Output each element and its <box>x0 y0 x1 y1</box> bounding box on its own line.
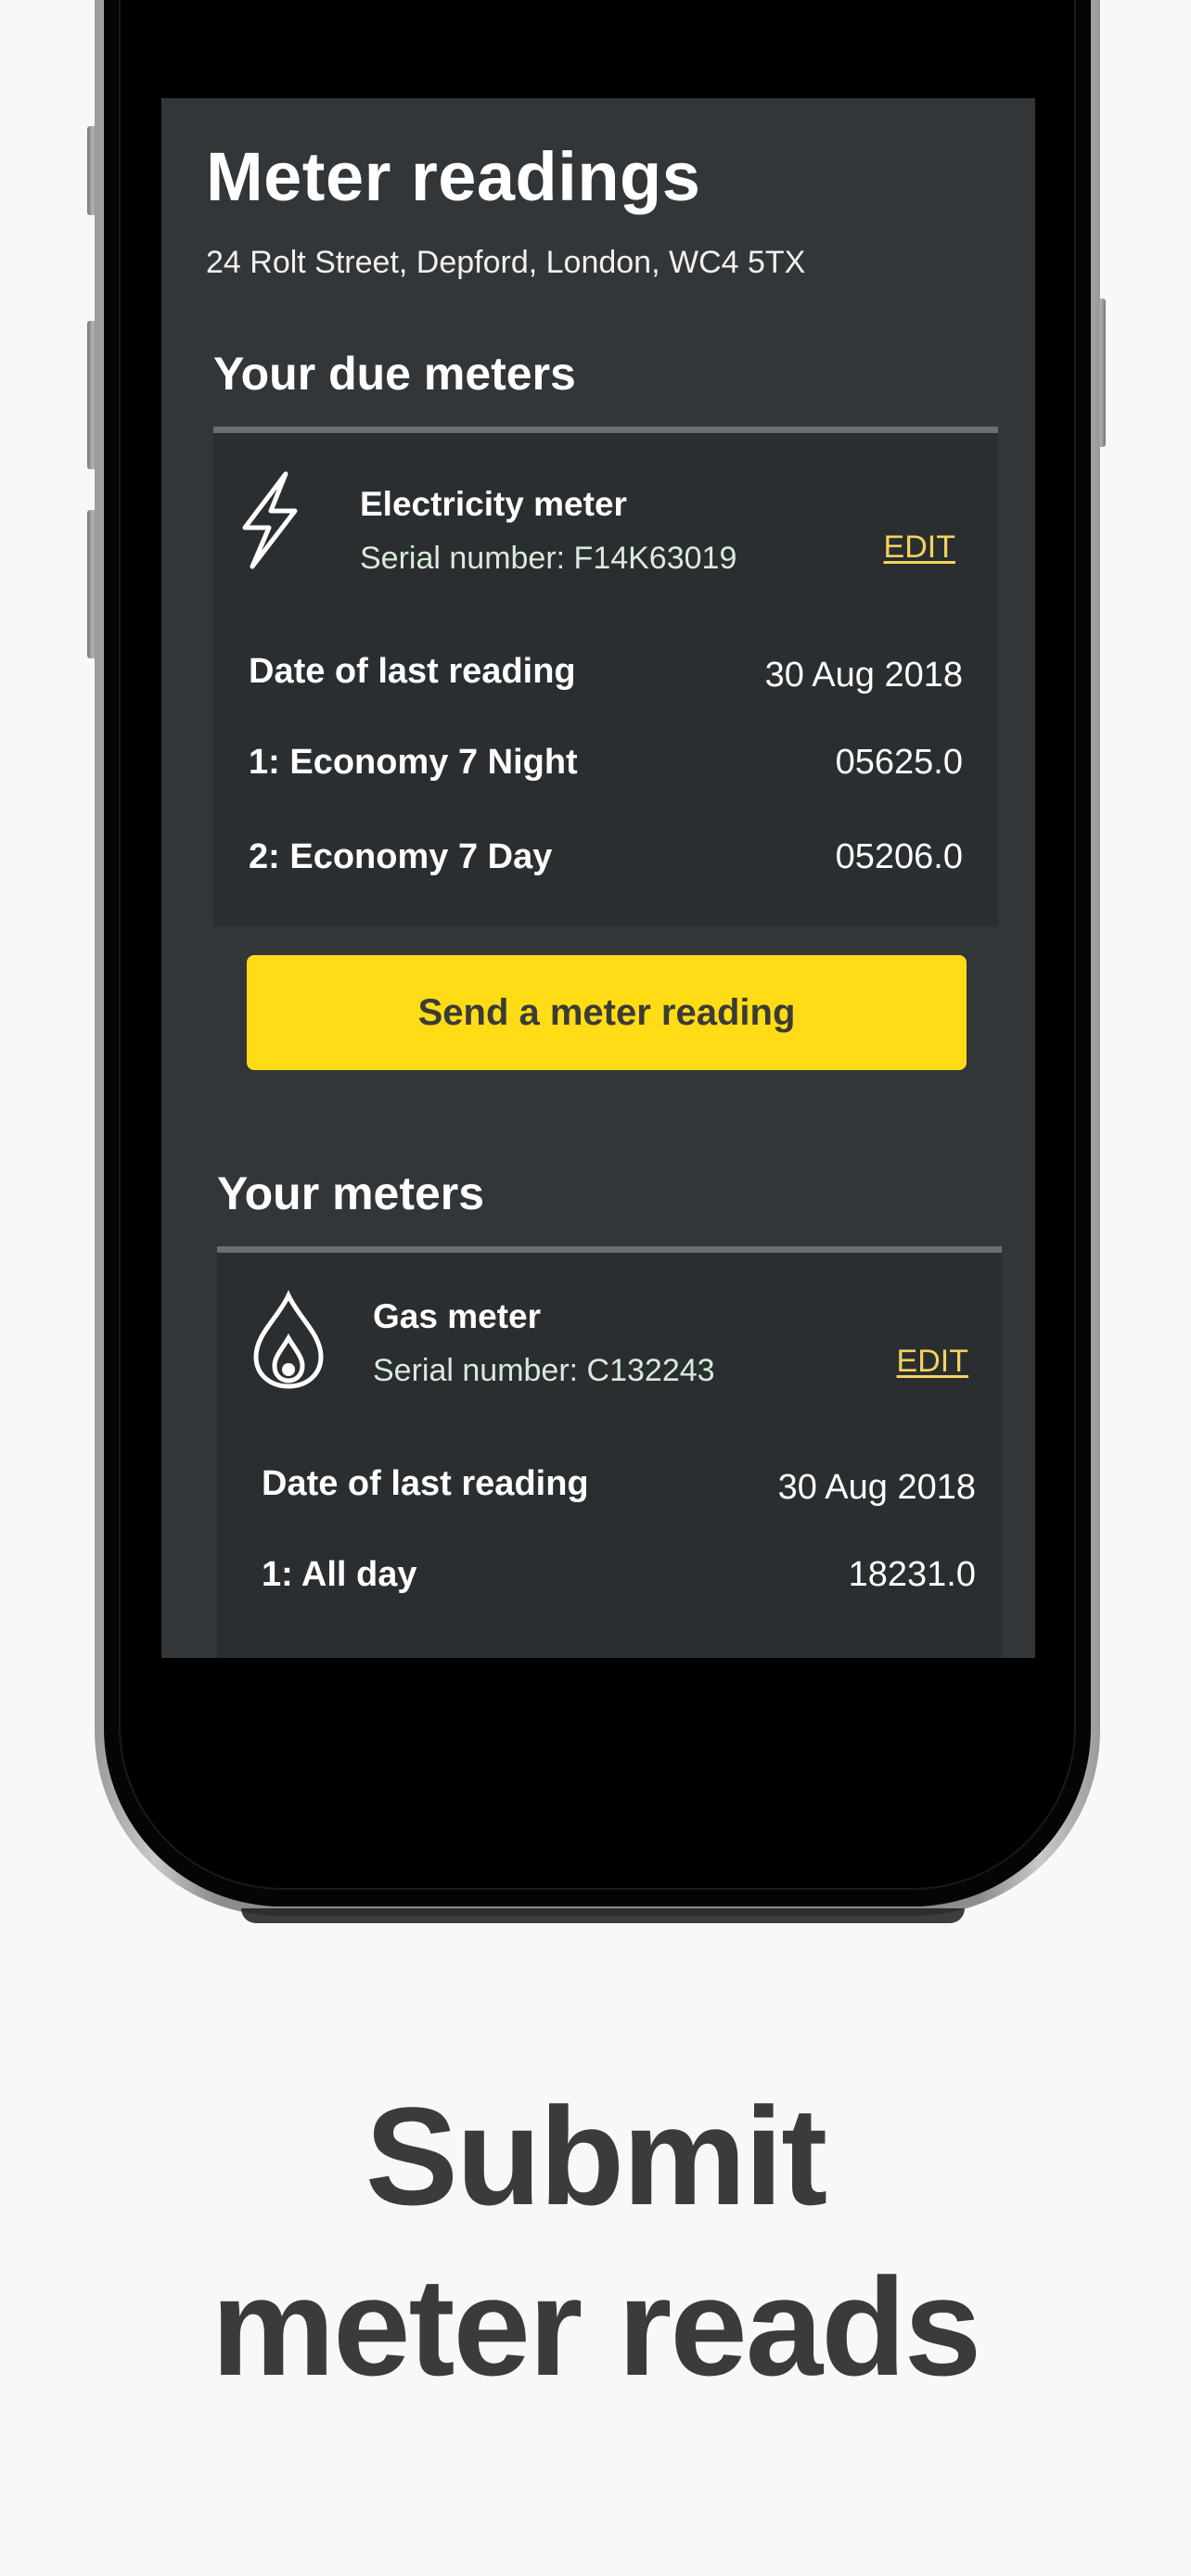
gas-meter-card: Gas meter Serial number: C132243 EDIT Da… <box>217 1246 1002 1658</box>
your-meters-heading: Your meters <box>217 1167 485 1219</box>
phone-shadow <box>241 1908 965 1923</box>
meter-name: Gas meter <box>373 1297 541 1335</box>
last-reading-date-label: Date of last reading <box>262 1464 589 1503</box>
send-meter-reading-button[interactable]: Send a meter reading <box>247 955 967 1070</box>
last-reading-date-label: Date of last reading <box>249 652 576 691</box>
last-reading-date-value: 30 Aug 2018 <box>777 1468 976 1507</box>
edit-gas-meter-link[interactable]: EDIT <box>897 1344 968 1380</box>
property-address: 24 Rolt Street, Depford, London, WC4 5TX <box>206 245 806 280</box>
serial-number: Serial number: F14K63019 <box>360 541 737 576</box>
lightning-bolt-icon <box>242 471 298 569</box>
due-meters-heading: Your due meters <box>213 348 576 400</box>
gas-flame-icon <box>253 1290 324 1389</box>
headline-line-1: Submit <box>365 2078 827 2234</box>
economy7-day-value: 05206.0 <box>835 837 963 876</box>
headline-line-2: meter reads <box>211 2249 982 2404</box>
all-day-label: 1: All day <box>262 1555 417 1594</box>
app-screen: Meter readings 24 Rolt Street, Depford, … <box>161 98 1035 1658</box>
edit-electricity-meter-link[interactable]: EDIT <box>884 529 955 566</box>
all-day-value: 18231.0 <box>848 1555 976 1594</box>
economy7-night-label: 1: Economy 7 Night <box>249 743 578 782</box>
economy7-day-label: 2: Economy 7 Day <box>249 837 553 876</box>
page-title: Meter readings <box>206 138 701 215</box>
serial-number: Serial number: C132243 <box>373 1353 715 1388</box>
meter-name: Electricity meter <box>360 485 627 523</box>
last-reading-date-value: 30 Aug 2018 <box>764 656 963 695</box>
electricity-meter-card: Electricity meter Serial number: F14K630… <box>213 427 998 926</box>
economy7-night-value: 05625.0 <box>835 743 963 782</box>
